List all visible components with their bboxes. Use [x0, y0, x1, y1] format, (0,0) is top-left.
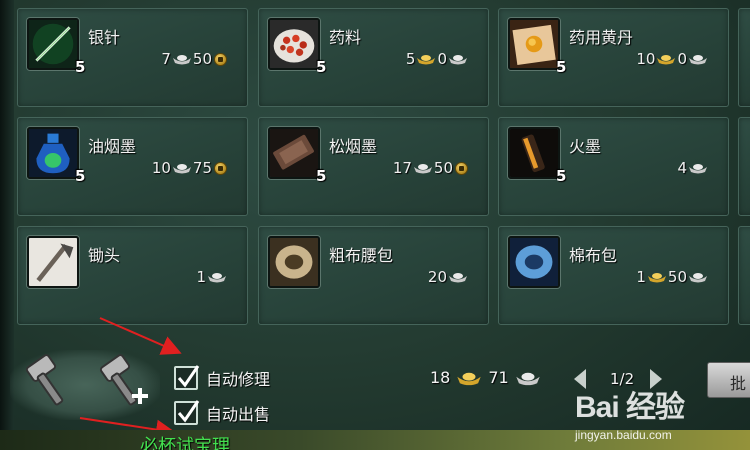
world-overlay-text: 必杯试宝理	[140, 436, 230, 450]
repair-all-hammer-icon[interactable]	[96, 352, 154, 410]
silver-ingot-icon	[172, 162, 192, 174]
price-silver-amount: 7	[161, 50, 171, 68]
price-silver-amount: 0	[677, 50, 687, 68]
auto-sell-checkbox[interactable]	[174, 400, 200, 425]
silver-ingot-icon	[413, 162, 433, 174]
price-copper-amount: 75	[192, 159, 212, 177]
item-slot[interactable]: 5 火墨 4	[498, 117, 729, 216]
copper-coin-icon	[214, 52, 227, 66]
auto-sell-label: 自动出售	[206, 405, 271, 424]
item-slot[interactable]: 5 药料 5 0	[258, 8, 489, 107]
funds-gold-amount: 18	[430, 368, 451, 387]
item-slot[interactable]: 粗布腰包 20	[258, 226, 489, 325]
item-price: 20	[428, 267, 468, 287]
silver-ingot-icon	[688, 162, 708, 174]
coarse-cloth-pouch-icon	[268, 236, 320, 288]
silver-ingot-icon	[207, 271, 227, 283]
silver-ingot-icon	[688, 271, 708, 283]
item-count: 5	[316, 58, 327, 76]
item-count: 5	[556, 58, 567, 76]
yellow-pill-icon	[508, 18, 560, 70]
item-count: 5	[75, 167, 86, 185]
item-price: 5 0	[406, 49, 468, 69]
auto-repair-checkbox[interactable]	[174, 365, 200, 390]
item-slot[interactable]: 棉布包 1 50	[498, 226, 729, 325]
item-slot-partial[interactable]	[738, 226, 750, 325]
item-price: 1	[196, 267, 227, 287]
item-name: 药用黄丹	[569, 28, 634, 47]
watermark-url: jingyan.baidu.com	[575, 428, 672, 442]
silver-ingot-icon	[688, 53, 708, 65]
price-gold-amount: 5	[405, 50, 416, 68]
fire-ink-icon	[508, 127, 560, 179]
silver-ingot-icon	[515, 370, 541, 386]
price-silver-amount: 17	[392, 159, 412, 177]
silver-ingot-icon	[448, 271, 468, 283]
repair-hammer-icon[interactable]	[22, 352, 80, 410]
item-name: 火墨	[569, 137, 602, 156]
funds-silver-amount: 71	[488, 368, 509, 387]
item-count: 5	[316, 167, 327, 185]
auto-sell-option[interactable]: 自动出售	[174, 400, 271, 425]
price-silver-amount: 1	[196, 268, 206, 286]
auto-repair-option[interactable]: 自动修理	[174, 365, 271, 390]
price-gold-amount: 10	[636, 50, 656, 68]
auto-repair-label: 自动修理	[206, 370, 271, 389]
item-slot[interactable]: 5 松烟墨 17 50	[258, 117, 489, 216]
item-name: 银针	[88, 28, 121, 47]
item-name: 油烟墨	[88, 137, 137, 156]
price-silver-amount: 0	[437, 50, 447, 68]
gold-ingot-icon	[416, 53, 436, 65]
item-count: 5	[556, 167, 567, 185]
item-slot[interactable]: 5 药用黄丹 10 0	[498, 8, 729, 107]
item-price: 17 50	[393, 158, 468, 178]
item-name: 锄头	[88, 246, 121, 265]
pine-ink-block-icon	[268, 127, 320, 179]
silver-needle-icon	[27, 18, 79, 70]
cotton-bag-icon	[508, 236, 560, 288]
silver-ingot-icon	[172, 53, 192, 65]
price-copper-amount: 50	[433, 159, 453, 177]
item-price: 1 50	[636, 267, 708, 287]
medicine-ingredients-icon	[268, 18, 320, 70]
item-count: 5	[75, 58, 86, 76]
gold-ingot-icon	[647, 271, 667, 283]
price-silver-amount: 20	[427, 268, 447, 286]
copper-coin-icon	[214, 161, 227, 175]
item-name: 棉布包	[569, 246, 618, 265]
item-name: 药料	[329, 28, 362, 47]
item-name: 粗布腰包	[329, 246, 394, 265]
price-silver-amount: 50	[667, 268, 687, 286]
item-price: 4	[677, 158, 708, 178]
price-gold-amount: 1	[636, 268, 646, 286]
gold-ingot-icon	[656, 53, 676, 65]
gold-ingot-icon	[456, 370, 482, 386]
item-slot[interactable]: 5 银针 7 50	[17, 8, 248, 107]
item-slot-partial[interactable]	[738, 117, 750, 216]
watermark-logo: Bai 经验	[575, 391, 685, 424]
baidu-watermark: Bai 经验 jingyan.baidu.com	[575, 382, 740, 442]
item-price: 7 50	[161, 49, 227, 69]
copper-coin-icon	[455, 161, 468, 175]
price-copper-amount: 50	[192, 50, 212, 68]
item-slot-partial[interactable]	[738, 8, 750, 107]
item-slot[interactable]: 5 油烟墨 10 75	[17, 117, 248, 216]
oil-ink-bottle-icon	[27, 127, 79, 179]
hoe-icon	[27, 236, 79, 288]
player-funds: 18 71	[430, 368, 541, 387]
item-name: 松烟墨	[329, 137, 378, 156]
silver-ingot-icon	[448, 53, 468, 65]
item-price: 10 0	[636, 49, 708, 69]
item-slot[interactable]: 锄头 1	[17, 226, 248, 325]
price-silver-amount: 10	[151, 159, 171, 177]
price-silver-amount: 4	[677, 159, 687, 177]
item-price: 10 75	[152, 158, 227, 178]
